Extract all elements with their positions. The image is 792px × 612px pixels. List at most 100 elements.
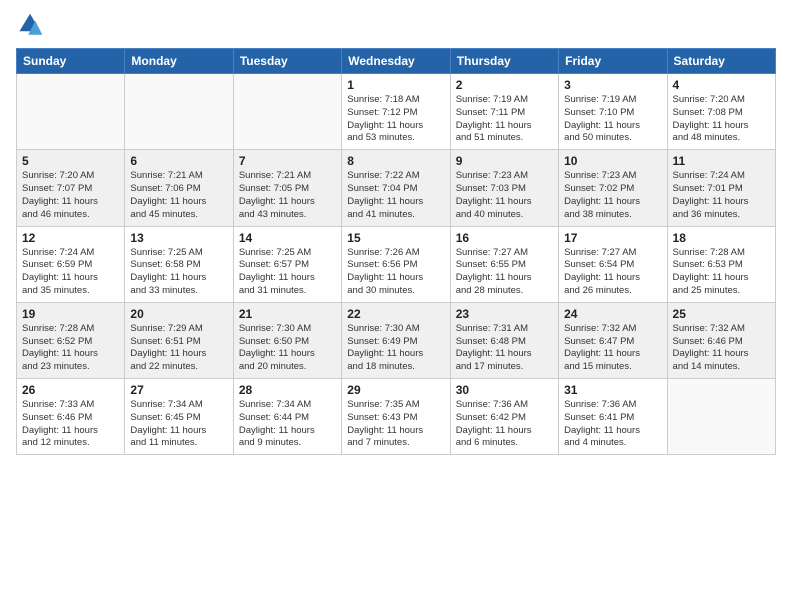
- calendar-cell: [125, 74, 233, 150]
- day-number: 17: [564, 231, 661, 245]
- day-info: Sunrise: 7:22 AM Sunset: 7:04 PM Dayligh…: [347, 170, 444, 221]
- calendar-cell: 11 Sunrise: 7:24 AM Sunset: 7:01 PM Dayli…: [667, 150, 775, 226]
- day-number: 22: [347, 307, 444, 321]
- day-info: Sunrise: 7:21 AM Sunset: 7:05 PM Dayligh…: [239, 170, 336, 221]
- calendar-cell: 5 Sunrise: 7:20 AM Sunset: 7:07 PM Daylig…: [17, 150, 125, 226]
- page: SundayMondayTuesdayWednesdayThursdayFrid…: [0, 0, 792, 612]
- calendar-cell: 9 Sunrise: 7:23 AM Sunset: 7:03 PM Daylig…: [450, 150, 558, 226]
- calendar-cell: 21Sunrise: 7:30 AM Sunset: 6:50 PM Dayli…: [233, 302, 341, 378]
- calendar-cell: 16 Sunrise: 7:27 AM Sunset: 6:55 PM Dayli…: [450, 226, 558, 302]
- day-number: 2: [456, 78, 553, 92]
- calendar-cell: [233, 74, 341, 150]
- day-number: 15: [347, 231, 444, 245]
- calendar-cell: 15 Sunrise: 7:26 AM Sunset: 6:56 PM Dayli…: [342, 226, 450, 302]
- logo: [16, 12, 48, 40]
- calendar-week-2: 5 Sunrise: 7:20 AM Sunset: 7:07 PM Daylig…: [17, 150, 776, 226]
- calendar-cell: 31 Sunrise: 7:36 AM Sunset: 6:41 PM Dayli…: [559, 379, 667, 455]
- day-info: Sunrise: 7:29 AM Sunset: 6:51 PM Dayligh…: [130, 323, 227, 374]
- day-number: 1: [347, 78, 444, 92]
- day-info: Sunrise: 7:23 AM Sunset: 7:02 PM Dayligh…: [564, 170, 661, 221]
- day-number: 30: [456, 383, 553, 397]
- calendar-cell: 24 Sunrise: 7:32 AM Sunset: 6:47 PM Dayli…: [559, 302, 667, 378]
- day-info: Sunrise: 7:23 AM Sunset: 7:03 PM Dayligh…: [456, 170, 553, 221]
- day-number: 23: [456, 307, 553, 321]
- day-number: 28: [239, 383, 336, 397]
- day-number: 25: [673, 307, 770, 321]
- day-number: 7: [239, 154, 336, 168]
- day-info: Sunrise: 7:36 AM Sunset: 6:41 PM Dayligh…: [564, 399, 661, 450]
- calendar-cell: [667, 379, 775, 455]
- day-number: 9: [456, 154, 553, 168]
- logo-icon: [16, 12, 44, 40]
- calendar-cell: 29 Sunrise: 7:35 AM Sunset: 6:43 PM Dayli…: [342, 379, 450, 455]
- calendar-cell: [17, 74, 125, 150]
- calendar-cell: 12Sunrise: 7:24 AM Sunset: 6:59 PM Dayli…: [17, 226, 125, 302]
- weekday-header-thursday: Thursday: [450, 49, 558, 74]
- day-number: 31: [564, 383, 661, 397]
- weekday-header-row: SundayMondayTuesdayWednesdayThursdayFrid…: [17, 49, 776, 74]
- day-number: 4: [673, 78, 770, 92]
- calendar-cell: 18 Sunrise: 7:28 AM Sunset: 6:53 PM Dayli…: [667, 226, 775, 302]
- calendar-cell: 28 Sunrise: 7:34 AM Sunset: 6:44 PM Dayli…: [233, 379, 341, 455]
- day-number: 13: [130, 231, 227, 245]
- day-number: 5: [22, 154, 119, 168]
- calendar-week-3: 12Sunrise: 7:24 AM Sunset: 6:59 PM Dayli…: [17, 226, 776, 302]
- day-info: Sunrise: 7:32 AM Sunset: 6:47 PM Dayligh…: [564, 323, 661, 374]
- day-info: Sunrise: 7:28 AM Sunset: 6:53 PM Dayligh…: [673, 247, 770, 298]
- day-number: 29: [347, 383, 444, 397]
- day-number: 11: [673, 154, 770, 168]
- calendar-cell: 3 Sunrise: 7:19 AM Sunset: 7:10 PM Daylig…: [559, 74, 667, 150]
- day-number: 10: [564, 154, 661, 168]
- weekday-header-saturday: Saturday: [667, 49, 775, 74]
- day-info: Sunrise: 7:32 AM Sunset: 6:46 PM Dayligh…: [673, 323, 770, 374]
- weekday-header-sunday: Sunday: [17, 49, 125, 74]
- day-info: Sunrise: 7:35 AM Sunset: 6:43 PM Dayligh…: [347, 399, 444, 450]
- calendar-cell: 10 Sunrise: 7:23 AM Sunset: 7:02 PM Dayli…: [559, 150, 667, 226]
- day-info: Sunrise: 7:18 AM Sunset: 7:12 PM Dayligh…: [347, 94, 444, 145]
- calendar-cell: 8 Sunrise: 7:22 AM Sunset: 7:04 PM Daylig…: [342, 150, 450, 226]
- day-info: Sunrise: 7:30 AM Sunset: 6:50 PM Dayligh…: [239, 323, 336, 374]
- day-info: Sunrise: 7:34 AM Sunset: 6:44 PM Dayligh…: [239, 399, 336, 450]
- day-number: 14: [239, 231, 336, 245]
- calendar-cell: 19 Sunrise: 7:28 AM Sunset: 6:52 PM Dayli…: [17, 302, 125, 378]
- day-info: Sunrise: 7:19 AM Sunset: 7:10 PM Dayligh…: [564, 94, 661, 145]
- calendar-cell: 26 Sunrise: 7:33 AM Sunset: 6:46 PM Dayli…: [17, 379, 125, 455]
- weekday-header-tuesday: Tuesday: [233, 49, 341, 74]
- calendar-cell: 27Sunrise: 7:34 AM Sunset: 6:45 PM Dayli…: [125, 379, 233, 455]
- day-info: Sunrise: 7:24 AM Sunset: 6:59 PM Dayligh…: [22, 247, 119, 298]
- day-number: 24: [564, 307, 661, 321]
- day-number: 18: [673, 231, 770, 245]
- calendar-cell: 30 Sunrise: 7:36 AM Sunset: 6:42 PM Dayli…: [450, 379, 558, 455]
- day-info: Sunrise: 7:26 AM Sunset: 6:56 PM Dayligh…: [347, 247, 444, 298]
- day-info: Sunrise: 7:28 AM Sunset: 6:52 PM Dayligh…: [22, 323, 119, 374]
- weekday-header-monday: Monday: [125, 49, 233, 74]
- day-info: Sunrise: 7:20 AM Sunset: 7:08 PM Dayligh…: [673, 94, 770, 145]
- day-info: Sunrise: 7:24 AM Sunset: 7:01 PM Dayligh…: [673, 170, 770, 221]
- calendar-week-1: 1 Sunrise: 7:18 AM Sunset: 7:12 PM Daylig…: [17, 74, 776, 150]
- day-info: Sunrise: 7:33 AM Sunset: 6:46 PM Dayligh…: [22, 399, 119, 450]
- calendar-cell: 20Sunrise: 7:29 AM Sunset: 6:51 PM Dayli…: [125, 302, 233, 378]
- day-info: Sunrise: 7:25 AM Sunset: 6:58 PM Dayligh…: [130, 247, 227, 298]
- day-info: Sunrise: 7:36 AM Sunset: 6:42 PM Dayligh…: [456, 399, 553, 450]
- day-number: 8: [347, 154, 444, 168]
- calendar-cell: 4 Sunrise: 7:20 AM Sunset: 7:08 PM Daylig…: [667, 74, 775, 150]
- calendar-cell: 22Sunrise: 7:30 AM Sunset: 6:49 PM Dayli…: [342, 302, 450, 378]
- calendar-cell: 1 Sunrise: 7:18 AM Sunset: 7:12 PM Daylig…: [342, 74, 450, 150]
- day-number: 26: [22, 383, 119, 397]
- day-number: 16: [456, 231, 553, 245]
- day-number: 3: [564, 78, 661, 92]
- calendar-cell: 23 Sunrise: 7:31 AM Sunset: 6:48 PM Dayli…: [450, 302, 558, 378]
- header: [16, 12, 776, 40]
- calendar-week-5: 26 Sunrise: 7:33 AM Sunset: 6:46 PM Dayli…: [17, 379, 776, 455]
- day-info: Sunrise: 7:27 AM Sunset: 6:55 PM Dayligh…: [456, 247, 553, 298]
- day-info: Sunrise: 7:20 AM Sunset: 7:07 PM Dayligh…: [22, 170, 119, 221]
- calendar-cell: 6Sunrise: 7:21 AM Sunset: 7:06 PM Daylig…: [125, 150, 233, 226]
- calendar: SundayMondayTuesdayWednesdayThursdayFrid…: [16, 48, 776, 455]
- calendar-cell: 2 Sunrise: 7:19 AM Sunset: 7:11 PM Daylig…: [450, 74, 558, 150]
- day-number: 19: [22, 307, 119, 321]
- calendar-cell: 13 Sunrise: 7:25 AM Sunset: 6:58 PM Dayli…: [125, 226, 233, 302]
- day-info: Sunrise: 7:27 AM Sunset: 6:54 PM Dayligh…: [564, 247, 661, 298]
- day-info: Sunrise: 7:19 AM Sunset: 7:11 PM Dayligh…: [456, 94, 553, 145]
- day-info: Sunrise: 7:34 AM Sunset: 6:45 PM Dayligh…: [130, 399, 227, 450]
- day-info: Sunrise: 7:31 AM Sunset: 6:48 PM Dayligh…: [456, 323, 553, 374]
